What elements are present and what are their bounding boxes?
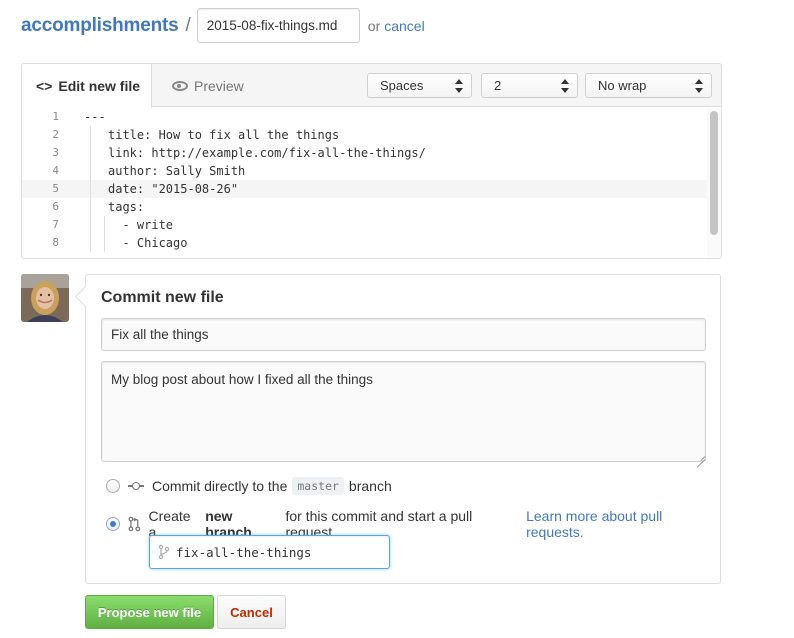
wrap-mode-value: No wrap bbox=[598, 78, 647, 93]
line-number: 2 bbox=[52, 128, 59, 141]
editor-scrollbar-thumb[interactable] bbox=[710, 111, 718, 235]
commit-direct-suffix: branch bbox=[348, 478, 392, 494]
indent-guide bbox=[90, 198, 91, 216]
indent-guide bbox=[90, 144, 91, 162]
tab-edit-label: Edit new file bbox=[58, 78, 141, 94]
commit-description-input[interactable]: My blog post about how I fixed all the t… bbox=[101, 361, 706, 462]
radio-commit-direct[interactable] bbox=[106, 479, 120, 493]
code-area[interactable]: 1 --- 2 title: How to fix all the things 3 li… bbox=[22, 108, 708, 258]
indent-guide bbox=[104, 216, 105, 234]
propose-new-file-button[interactable]: Propose new file bbox=[85, 595, 214, 629]
code-text: - write bbox=[108, 218, 174, 232]
file-editor: <> Edit new file Preview Spaces 2 No wra… bbox=[21, 63, 722, 259]
git-commit-icon bbox=[128, 481, 144, 491]
editor-toolbar: <> Edit new file Preview Spaces 2 No wra… bbox=[22, 64, 721, 108]
code-line[interactable]: 8 - Chicago bbox=[22, 234, 708, 252]
code-line[interactable]: 3 link: http://example.com/fix-all-the-th… bbox=[22, 144, 708, 162]
tab-preview[interactable]: Preview bbox=[172, 64, 244, 107]
branch-name-input[interactable] bbox=[176, 544, 376, 560]
commit-direct-option[interactable]: Commit directly to the master branch bbox=[106, 477, 392, 495]
indent-guide bbox=[90, 162, 91, 180]
avatar bbox=[21, 274, 69, 322]
code-text: tags: bbox=[108, 200, 145, 214]
code-icon: <> bbox=[36, 78, 53, 94]
git-branch-icon bbox=[158, 544, 170, 560]
cancel-button[interactable]: Cancel bbox=[217, 595, 286, 629]
line-number: 3 bbox=[52, 146, 59, 159]
code-text: --- bbox=[84, 110, 106, 124]
tab-edit-new-file[interactable]: <> Edit new file bbox=[22, 64, 152, 108]
code-text: link: http://example.com/fix-all-the-thi… bbox=[108, 146, 426, 160]
learn-more-link[interactable]: Learn more about pull requests. bbox=[526, 508, 720, 540]
code-text: author: Sally Smith bbox=[108, 164, 246, 178]
code-text: title: How to fix all the things bbox=[108, 128, 340, 142]
indent-guide bbox=[104, 234, 105, 252]
line-number: 6 bbox=[52, 200, 59, 213]
commit-direct-prefix: Commit directly to the bbox=[152, 478, 288, 494]
cancel-link[interactable]: cancel bbox=[384, 18, 424, 34]
wrap-mode-select[interactable]: No wrap bbox=[585, 73, 712, 98]
indent-size-value: 2 bbox=[494, 78, 502, 93]
commit-form: Commit new file My blog post about how I… bbox=[85, 274, 721, 584]
code-line[interactable]: 7 - write bbox=[22, 216, 708, 234]
indent-guide bbox=[90, 216, 91, 234]
indent-guide bbox=[90, 180, 91, 198]
indent-mode-value: Spaces bbox=[380, 78, 424, 93]
code-line[interactable]: 2 title: How to fix all the things bbox=[22, 126, 708, 144]
select-arrows-icon bbox=[455, 79, 463, 93]
line-number: 1 bbox=[52, 110, 59, 123]
tab-preview-label: Preview bbox=[194, 77, 244, 94]
commit-title: Commit new file bbox=[101, 289, 224, 306]
code-line[interactable]: 1 --- bbox=[22, 108, 708, 126]
eye-icon bbox=[172, 80, 188, 91]
radio-new-branch[interactable] bbox=[106, 517, 120, 531]
code-line[interactable]: 5 date: "2015-08-26" bbox=[22, 180, 708, 198]
indent-size-select[interactable]: 2 bbox=[481, 73, 578, 98]
resize-grip-icon[interactable] bbox=[696, 452, 705, 461]
code-text: - Chicago bbox=[108, 236, 188, 250]
line-number: 5 bbox=[52, 182, 59, 195]
line-number: 7 bbox=[52, 218, 59, 231]
repo-link[interactable]: accomplishments bbox=[21, 15, 179, 37]
select-arrows-icon bbox=[695, 79, 703, 93]
breadcrumb-separator: / bbox=[185, 14, 191, 36]
or-text: or bbox=[367, 17, 381, 34]
code-text: date: "2015-08-26" bbox=[108, 182, 239, 196]
breadcrumb: accomplishments / or cancel bbox=[21, 8, 425, 43]
git-pull-request-icon bbox=[128, 516, 140, 532]
indent-mode-select[interactable]: Spaces bbox=[367, 73, 472, 98]
select-arrows-icon bbox=[561, 79, 569, 93]
commit-summary-input[interactable] bbox=[101, 318, 706, 351]
line-number: 4 bbox=[52, 164, 59, 177]
indent-guide bbox=[90, 234, 91, 252]
branch-badge: master bbox=[292, 477, 344, 495]
indent-guide bbox=[90, 126, 91, 144]
code-line[interactable]: 6 tags: bbox=[22, 198, 708, 216]
branch-name-field[interactable] bbox=[149, 535, 390, 569]
line-number: 8 bbox=[52, 236, 59, 249]
code-line[interactable]: 4 author: Sally Smith bbox=[22, 162, 708, 180]
filename-input[interactable] bbox=[196, 8, 360, 43]
